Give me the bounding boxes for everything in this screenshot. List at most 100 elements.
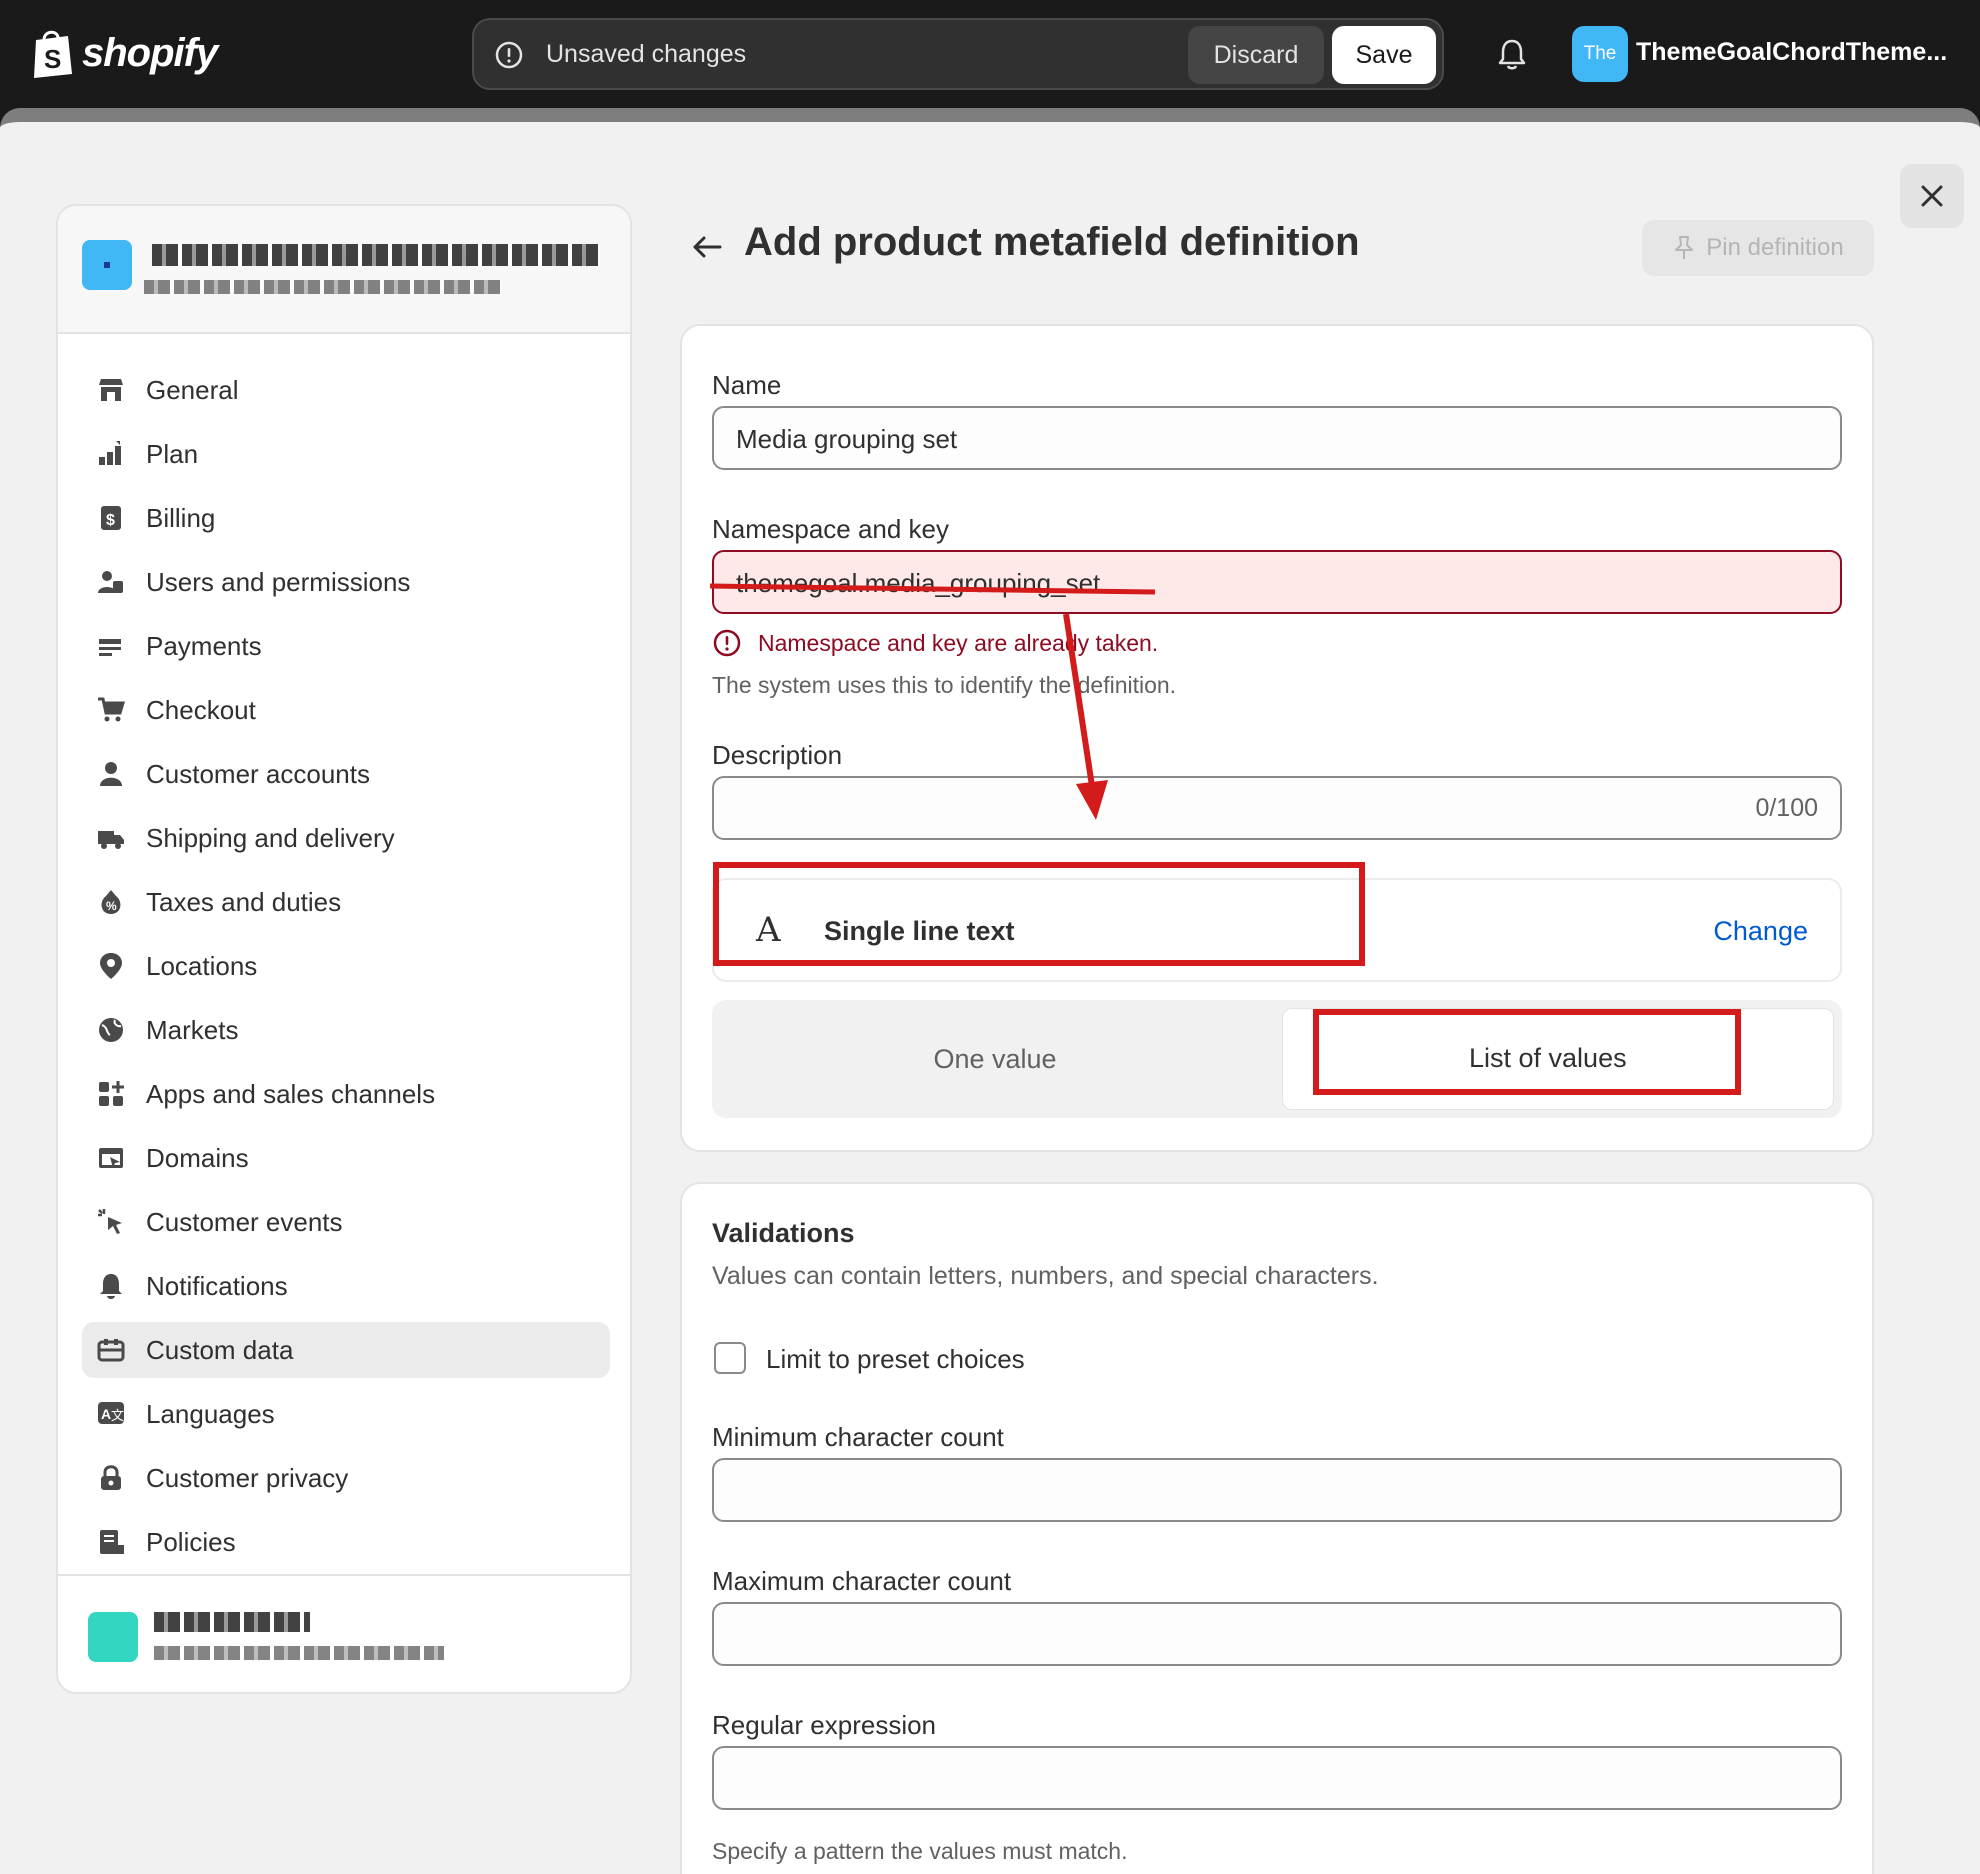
max-count-label: Maximum character count [712,1566,1012,1596]
list-of-values-label: List of values [1469,1043,1627,1073]
settings-sidebar: General Plan $ Billing Users and permissions… [56,204,632,1694]
redacted-user-name [154,1612,310,1632]
person-icon [94,757,128,791]
name-label: Name [712,370,782,400]
svg-text:%: % [106,899,117,913]
definition-card: Name Media grouping set Namespace and ke… [680,324,1874,1152]
sidebar-item-customer-privacy[interactable]: Customer privacy [82,1450,610,1506]
description-counter: 0/100 [1755,794,1818,822]
plan-icon [94,437,128,471]
name-input[interactable]: Media grouping set [712,406,1842,470]
preset-choices-checkbox[interactable] [714,1342,746,1374]
top-bar: S shopify Unsaved changes Discard Save T… [0,0,1980,108]
sidebar-item-label: Custom data [146,1334,294,1365]
type-name: Single line text [824,916,1015,946]
sidebar-item-domains[interactable]: Domains [82,1130,610,1186]
discard-button[interactable]: Discard [1188,26,1324,84]
back-arrow-icon[interactable] [690,230,724,264]
truck-icon [94,821,128,855]
sidebar-item-shipping-and-delivery[interactable]: Shipping and delivery [82,810,610,866]
sidebar-item-label: Users and permissions [146,566,411,597]
lock-icon [94,1461,128,1495]
sidebar-item-label: Policies [146,1526,236,1557]
regex-label: Regular expression [712,1710,937,1740]
sidebar-item-custom-data[interactable]: Custom data [82,1322,610,1378]
pin-definition-label: Pin definition [1706,234,1844,261]
bell-icon [94,1269,128,1303]
svg-text:$: $ [106,512,115,529]
unsaved-changes-text: Unsaved changes [546,40,747,68]
change-type-link[interactable]: Change [1713,916,1808,947]
error-circle-icon [713,629,741,657]
domains-icon [94,1141,128,1175]
close-icon [1921,185,1943,207]
account-footer[interactable] [58,1574,630,1692]
sidebar-item-plan[interactable]: Plan [82,426,610,482]
sidebar-item-users-and-permissions[interactable]: Users and permissions [82,554,610,610]
sidebar-item-taxes-and-duties[interactable]: % Taxes and duties [82,874,610,930]
sidebar-item-customer-accounts[interactable]: Customer accounts [82,746,610,802]
unsaved-changes-bar: Unsaved changes Discard Save [472,18,1444,90]
redacted-user-email [154,1646,444,1660]
regex-input[interactable] [712,1746,1842,1810]
sidebar-item-label: Checkout [146,694,256,725]
sidebar-item-label: General [146,374,239,405]
sidebar-item-payments[interactable]: Payments [82,618,610,674]
close-modal-button[interactable] [1900,164,1964,228]
sidebar-item-locations[interactable]: Locations [82,938,610,994]
namespace-help-text: The system uses this to identify the def… [712,672,1177,698]
min-count-input[interactable] [712,1458,1842,1522]
save-button[interactable]: Save [1332,26,1436,84]
sidebar-item-billing[interactable]: $ Billing [82,490,610,546]
namespace-input[interactable]: themegoal.media_grouping_set [712,550,1842,614]
notifications-bell-icon[interactable] [1494,36,1530,72]
validations-card: Validations Values can contain letters, … [680,1182,1874,1874]
validations-subtitle: Values can contain letters, numbers, and… [712,1262,1379,1290]
max-count-input[interactable] [712,1602,1842,1666]
list-of-values-option[interactable]: List of values [1282,1008,1834,1110]
custom-data-icon [94,1333,128,1367]
store-switcher[interactable] [58,206,630,334]
description-input[interactable]: 0/100 [712,776,1842,840]
sidebar-item-general[interactable]: General [82,362,610,418]
page-title: Add product metafield definition [744,220,1360,264]
value-count-toggle: One value List of values [712,1000,1842,1118]
type-selector: A Single line text Change [712,878,1842,982]
pin-definition-button[interactable]: Pin definition [1642,220,1874,276]
sidebar-item-label: Billing [146,502,216,533]
sidebar-item-label: Taxes and duties [146,886,342,917]
sidebar-item-label: Domains [146,1142,249,1173]
user-avatar-pixelated [88,1612,138,1662]
sidebar-item-checkout[interactable]: Checkout [82,682,610,738]
store-avatar-pixelated [82,240,132,290]
settings-nav: General Plan $ Billing Users and permissions… [82,362,610,1578]
policies-icon [94,1525,128,1559]
translate-icon: A文 [94,1397,128,1431]
one-value-option[interactable]: One value [712,1000,1278,1118]
regex-help-text: Specify a pattern the values must match. [712,1838,1128,1864]
namespace-error-text: Namespace and key are already taken. [758,629,1159,656]
settings-modal: General Plan $ Billing Users and permissions… [0,108,1980,1874]
sidebar-item-label: Customer accounts [146,758,370,789]
cart-icon [94,693,128,727]
sidebar-item-policies[interactable]: Policies [82,1514,610,1570]
store-name[interactable]: ThemeGoalChordTheme... [1636,38,1947,67]
users-icon [94,565,128,599]
namespace-error: Namespace and key are already taken. [712,628,1158,658]
location-icon [94,949,128,983]
sidebar-item-customer-events[interactable]: Customer events [82,1194,610,1250]
sidebar-item-label: Payments [146,630,262,661]
store-avatar[interactable]: The [1572,26,1628,82]
alert-circle-icon [495,41,523,69]
pin-icon [1675,236,1694,259]
preset-choices-label[interactable]: Limit to preset choices [766,1344,1025,1375]
payments-icon [94,629,128,663]
sidebar-item-apps-and-sales-channels[interactable]: Apps and sales channels [82,1066,610,1122]
shopify-logo[interactable]: S shopify [30,28,218,78]
sidebar-item-markets[interactable]: Markets [82,1002,610,1058]
sidebar-item-notifications[interactable]: Notifications [82,1258,610,1314]
svg-text:A: A [101,1406,111,1422]
svg-text:文: 文 [111,1408,124,1423]
sidebar-item-languages[interactable]: A 文 Languages [82,1386,610,1442]
logo-wordmark: shopify [82,30,218,75]
